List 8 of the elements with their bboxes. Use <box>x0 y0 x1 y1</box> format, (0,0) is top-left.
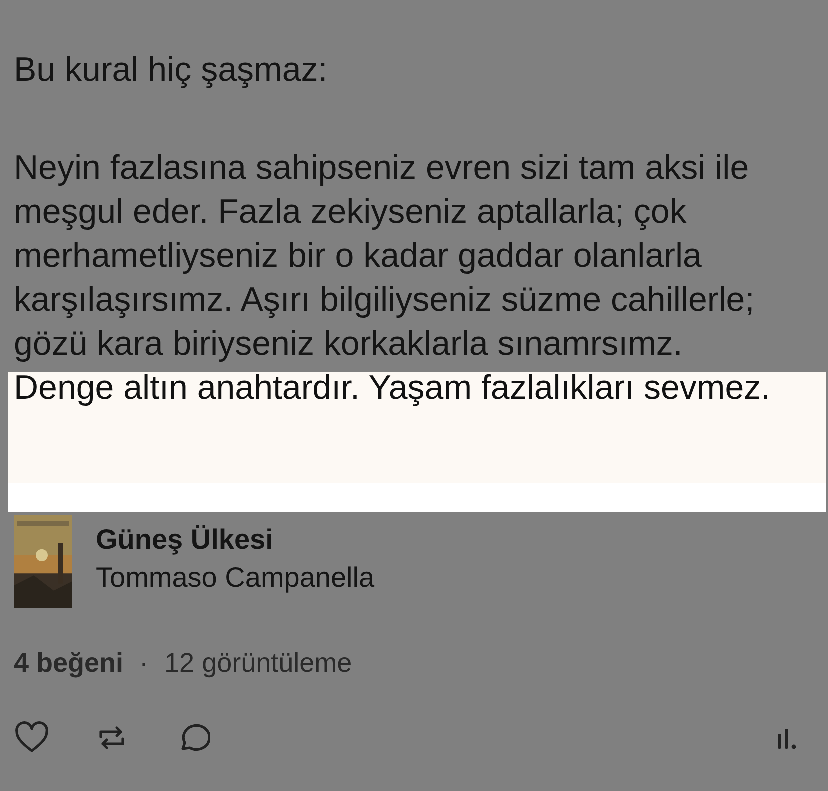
views-count: 12 görüntüleme <box>164 647 352 679</box>
post-heading: Bu kural hiç şaşmaz: <box>14 50 329 91</box>
highlighted-sentence: Denge altın anahtardır. Yaşam fazlalıkları sevmez. <box>14 372 771 404</box>
book-author: Tommaso Campanella <box>96 562 375 594</box>
post-paragraph: Neyin fazlasına sahipseniz evren sizi tam aksi ile meşgul eder. Fazla zekiyseniz aptallarla; çok merhametliyseniz bir o kadar gaddar olanlarla karşılaşırsımz. Aşırı bilgiliyseniz süzme cahillerle; gözü kara biriyseniz korkaklarla sınamrsımz. <box>14 148 756 365</box>
separator: · <box>140 647 149 679</box>
likes-count[interactable]: 4 beğeni <box>14 647 124 679</box>
book-title: Güneş Ülkesi <box>96 524 274 556</box>
